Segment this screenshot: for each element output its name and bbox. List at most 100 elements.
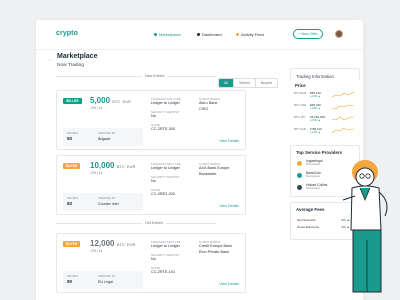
- page-subtitle: Now Trading: [57, 63, 84, 68]
- price-change: +1.8% ▲: [310, 107, 321, 110]
- amount-value: 5,000: [90, 96, 111, 105]
- filter-all[interactable]: All: [219, 79, 233, 87]
- new-offer-button[interactable]: + New Offer: [293, 29, 323, 39]
- divider: [56, 76, 216, 77]
- offer-change: -2% | 1x: [90, 106, 103, 110]
- provider-avatar: [297, 185, 302, 190]
- fee-label: Gross Discounts: [297, 225, 320, 229]
- price-row[interactable]: BTC USD $48,340 +1.8% ▲: [294, 103, 356, 113]
- stat2-label: CREATED BY: [98, 274, 116, 278]
- filter-tabs: All Sellers Buyers: [218, 78, 279, 88]
- logo[interactable]: crypto: [56, 30, 78, 37]
- stat2-label: CREATED BY: [98, 196, 116, 200]
- filter-buyers[interactable]: Buyers: [255, 79, 277, 87]
- app-window: crypto Marketplace Dashboard Activity Fe…: [36, 20, 363, 300]
- offer-type-badge: SELLER: [63, 98, 82, 104]
- offer-type-badge: BUYER: [63, 163, 81, 169]
- stat1-label: REVIEW: [67, 196, 79, 200]
- amount-crypto: BTC: [116, 242, 125, 247]
- stat1-value: 90: [67, 279, 73, 284]
- activity-icon: [236, 33, 239, 36]
- price-row[interactable]: BTC EUR €55,120 +2.4% ▲: [294, 91, 356, 101]
- price-change: +0.9% ▲: [310, 119, 321, 122]
- sparkline-icon: [332, 91, 354, 98]
- view-details-link[interactable]: View Details: [219, 204, 239, 208]
- page-title: Marketplace: [57, 53, 98, 60]
- amount-fiat: EUR: [126, 242, 136, 247]
- field-value: CC-2RTE-300: [151, 127, 175, 131]
- sparkline-icon: [332, 127, 354, 134]
- stat1-label: REVIEW: [67, 131, 79, 135]
- stat2-label: CREATED BY: [98, 131, 116, 135]
- field-value: Ledger to Ledger: [151, 101, 180, 105]
- field-value: CC-2RTE-101: [151, 270, 175, 274]
- field-value: No: [151, 179, 156, 183]
- provider-role: Marketplace: [306, 163, 321, 166]
- offer-card: BUYER 10,000 BTC EUR -2% | 1x REVIEW 83 …: [56, 155, 246, 215]
- stat2-value: Counter Intel: [98, 202, 119, 206]
- avatar[interactable]: [335, 30, 343, 38]
- marketplace-icon: [154, 33, 157, 36]
- field-value: Credit Europe Bank: [199, 244, 233, 248]
- nav-dashboard[interactable]: Dashboard: [197, 32, 222, 37]
- nav-dashboard-label: Dashboard: [202, 32, 222, 37]
- section-old-entries: Old Entries: [142, 221, 166, 225]
- sparkline-icon: [332, 104, 354, 110]
- provider-role: Marketplace: [306, 175, 321, 178]
- filter-sellers[interactable]: Sellers: [233, 79, 255, 87]
- amount-fiat: EUR: [122, 99, 131, 104]
- price-title: Price: [295, 83, 306, 88]
- providers-title: Top Service Providers: [296, 150, 343, 155]
- amount-crypto: BTC: [116, 164, 125, 169]
- amount-fiat: EUR: [126, 164, 136, 169]
- price-pair: BTC EUR: [294, 91, 307, 95]
- price-row[interactable]: BTC CHF Fr50,110 +1.2% ▲: [294, 127, 356, 137]
- fees-title: Average Fees: [296, 207, 325, 212]
- dashboard-icon: [197, 33, 200, 36]
- nav-activity-feed[interactable]: Activity Feed: [236, 32, 264, 37]
- offer-amount: 5,000 BTC EUR: [90, 96, 131, 105]
- view-details-link[interactable]: View Details: [219, 282, 239, 286]
- amount-value: 12,000: [90, 239, 115, 248]
- amount-value: 10,000: [90, 161, 115, 170]
- offer-type-badge: BUYER: [63, 241, 81, 247]
- view-details-link[interactable]: View Details: [219, 139, 239, 143]
- offer-card: BUYER 12,000 BTC EUR -2% | 1x REVIEW 90 …: [56, 233, 246, 293]
- fee-label: Net Discounts: [297, 218, 316, 222]
- field-value: CISO: [199, 107, 209, 111]
- person-illustration: [342, 160, 388, 293]
- top-bar: crypto Marketplace Dashboard Activity Fe…: [36, 20, 363, 50]
- stat1-label: REVIEW: [67, 274, 79, 278]
- field-value: Elon Private Bank: [199, 250, 230, 254]
- field-value: CC-0RE2-200: [151, 192, 175, 196]
- field-value: Ledger to Ledger: [151, 166, 180, 170]
- price-row[interactable]: BTC JPY ¥5,262,000 +0.9% ▲: [294, 115, 356, 125]
- stat1-value: 50: [67, 136, 73, 141]
- field-value: No: [151, 114, 156, 118]
- price-change: +1.2% ▲: [310, 131, 321, 134]
- field-value: AXA Bank Europe: [199, 166, 230, 170]
- nav-marketplace[interactable]: Marketplace: [154, 32, 181, 37]
- price-pair: BTC CHF: [294, 127, 307, 131]
- price-pair: BTC USD: [294, 103, 307, 107]
- field-value: Bankarder: [199, 172, 217, 176]
- provider-avatar: [297, 161, 302, 166]
- provider-avatar: [297, 173, 302, 178]
- amount-crypto: BTC: [112, 99, 121, 104]
- stat2-value: EU Legal: [98, 280, 113, 284]
- field-value: Akiru Bank: [199, 101, 218, 105]
- offer-amount: 12,000 BTC EUR: [90, 239, 135, 248]
- price-pair: BTC JPY: [294, 115, 306, 119]
- nav-activity-label: Activity Feed: [241, 32, 264, 37]
- field-value: No: [151, 257, 156, 261]
- sparkline-icon: [332, 116, 354, 121]
- offer-card: SELLER 5,000 BTC EUR -2% | 1x REVIEW 50 …: [56, 90, 246, 150]
- offer-amount: 10,000 BTC EUR: [90, 161, 135, 170]
- offer-stats: REVIEW 50 CREATED BY Brigade: [63, 128, 143, 146]
- offer-change: -2% | 1x: [90, 249, 103, 253]
- back-arrow-icon[interactable]: ←: [48, 57, 53, 63]
- offer-stats: REVIEW 90 CREATED BY EU Legal: [63, 271, 143, 289]
- section-new-entries: New Entries: [142, 74, 168, 78]
- price-change: +2.4% ▲: [310, 95, 321, 98]
- provider-role: Marketplace: [306, 187, 321, 190]
